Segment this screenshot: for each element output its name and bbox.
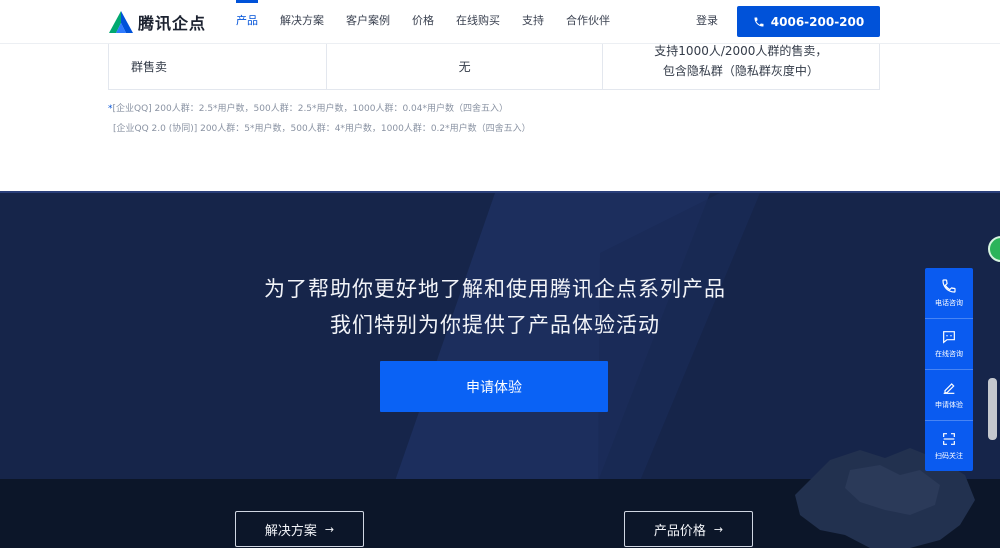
feature-col3-line2: 包含隐私群（隐私群灰度中） — [662, 63, 819, 78]
float-item-phone[interactable]: 电话咨询 — [925, 268, 973, 319]
phone-icon — [942, 279, 956, 293]
login-link[interactable]: 登录 — [696, 0, 718, 44]
qr-scan-icon — [943, 433, 955, 445]
solutions-button[interactable]: 解决方案 → — [235, 511, 364, 547]
float-item-apply[interactable]: 申请体验 — [925, 370, 973, 421]
float-item-label: 在线咨询 — [935, 350, 963, 358]
arrow-right-icon: → — [324, 522, 335, 536]
phone-icon — [754, 17, 764, 26]
scrollbar-thumb[interactable] — [988, 378, 997, 440]
pricing-button[interactable]: 产品价格 → — [624, 511, 753, 547]
pricing-button-label: 产品价格 — [653, 523, 706, 539]
phone-button[interactable]: 4006-200-200 — [737, 6, 880, 37]
chat-icon — [943, 331, 955, 344]
arrow-right-icon: → — [713, 522, 724, 536]
feature-col3-value: 支持1000人/2000人群的售卖， 包含隐私群（隐私群灰度中） — [603, 38, 879, 83]
floating-contact-bar: 电话咨询 在线咨询 申请体验 扫码关注 — [925, 268, 973, 471]
main-nav: 产品 解决方案 客户案例 价格 在线购买 支持 合作伙伴 — [236, 0, 632, 44]
nav-item-support[interactable]: 支持 — [522, 0, 544, 44]
banner-title-line2: 我们特别为你提供了产品体验活动 — [330, 313, 660, 337]
footnote-1-text: [企业QQ] 200人群：2.5*用户数，500人群：2.5*用户数，1000人… — [112, 104, 508, 114]
nav-item-partners[interactable]: 合作伙伴 — [566, 0, 610, 44]
footnote-2: [企业QQ 2.0 (协同)] 200人群：5*用户数，500人群：4*用户数，… — [113, 124, 531, 134]
pen-icon — [943, 383, 955, 394]
apply-trial-button[interactable]: 申请体验 — [380, 361, 608, 412]
float-item-label: 申请体验 — [935, 401, 963, 409]
float-item-label: 电话咨询 — [935, 299, 963, 307]
float-item-qr[interactable]: 扫码关注 — [925, 421, 973, 471]
feature-name: 群售卖 — [109, 44, 328, 89]
nav-item-solutions[interactable]: 解决方案 — [280, 0, 324, 44]
nav-item-pricing[interactable]: 价格 — [412, 0, 434, 44]
top-header: 腾讯企点 产品 解决方案 客户案例 价格 在线购买 支持 合作伙伴 登录 400… — [0, 0, 1000, 44]
feature-table-row: 群售卖 无 支持1000人/2000人群的售卖， 包含隐私群（隐私群灰度中） — [108, 44, 880, 90]
tencent-qidian-logo-icon — [109, 11, 133, 33]
footnote-1: *[企业QQ] 200人群：2.5*用户数，500人群：2.5*用户数，1000… — [108, 101, 508, 114]
solutions-button-label: 解决方案 — [264, 523, 317, 539]
banner-title-line1: 为了帮助你更好地了解和使用腾讯企点系列产品 — [264, 277, 726, 301]
nav-item-products[interactable]: 产品 — [236, 0, 258, 44]
feature-col2-value: 无 — [327, 44, 603, 89]
float-item-label: 扫码关注 — [935, 452, 963, 460]
nav-item-cases[interactable]: 客户案例 — [346, 0, 390, 44]
phone-number: 4006-200-200 — [770, 14, 865, 29]
nav-item-buy-online[interactable]: 在线购买 — [456, 0, 500, 44]
logo[interactable]: 腾讯企点 — [108, 9, 206, 35]
logo-text: 腾讯企点 — [138, 14, 207, 33]
float-item-chat[interactable]: 在线咨询 — [925, 319, 973, 370]
